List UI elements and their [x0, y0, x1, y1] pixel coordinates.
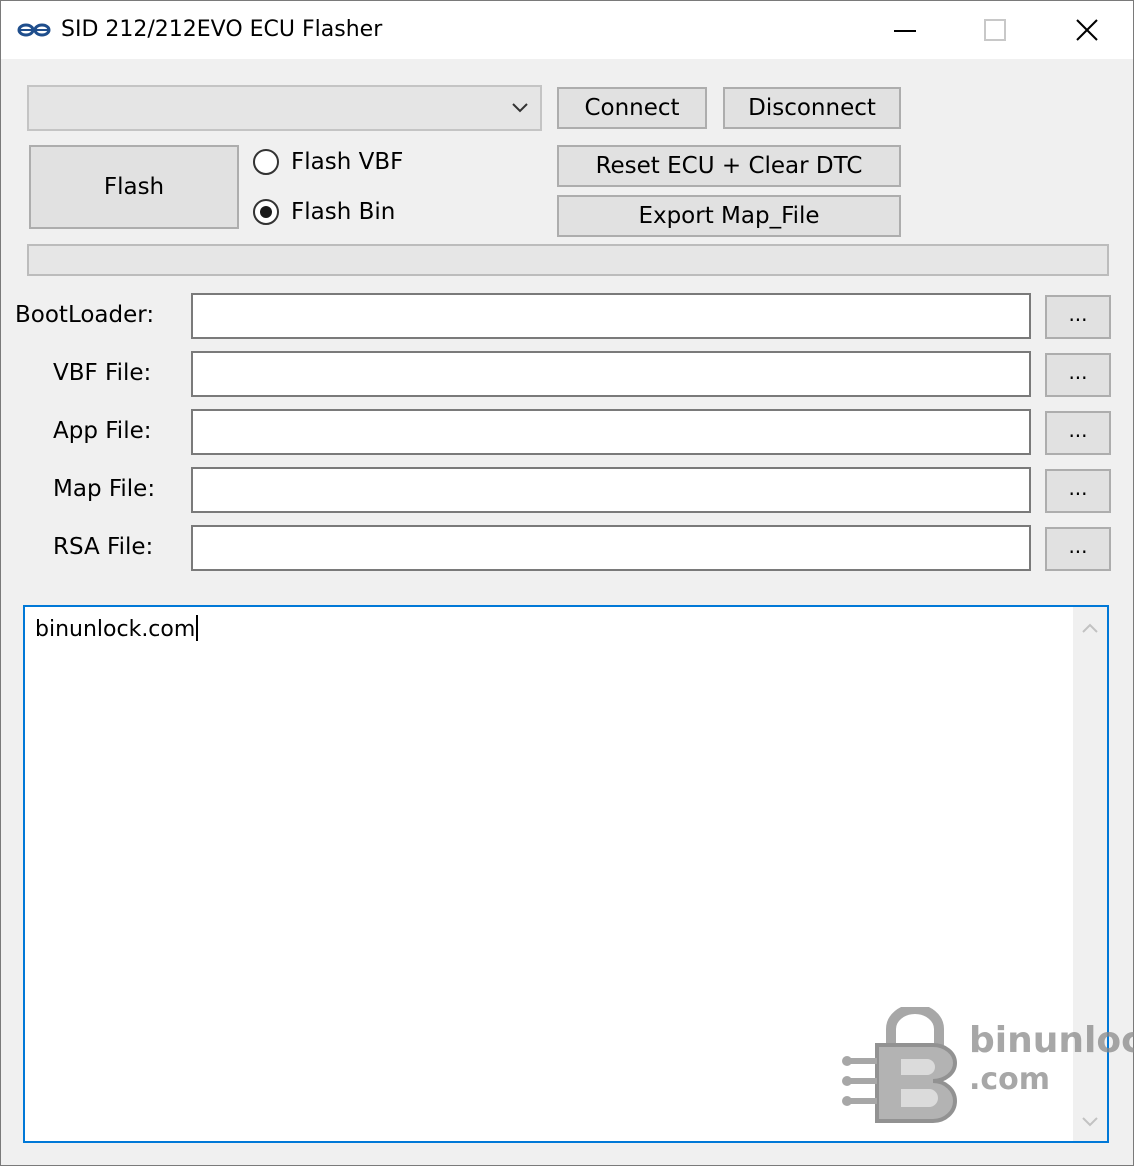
title-bar: SID 212/212EVO ECU Flasher [1, 1, 1133, 59]
flash-vbf-radio[interactable] [253, 149, 279, 175]
vbf-file-browse-button[interactable]: ... [1045, 353, 1111, 397]
reset-ecu-clear-dtc-button[interactable]: Reset ECU + Clear DTC [557, 145, 901, 187]
maximize-button[interactable] [951, 1, 1039, 59]
export-map-file-button[interactable]: Export Map_File [557, 195, 901, 237]
watermark-text: binunlock [969, 1020, 1134, 1061]
app-window: SID 212/212EVO ECU Flasher Connect Disco… [0, 0, 1134, 1166]
radio-selected-dot [260, 206, 272, 218]
app-file-field[interactable] [191, 409, 1031, 455]
text-caret [196, 615, 199, 641]
app-file-label: App File: [53, 418, 152, 444]
close-button[interactable] [1043, 1, 1131, 59]
flash-vbf-label: Flash VBF [291, 149, 404, 175]
app-logo-icon [17, 23, 51, 37]
rsa-file-label: RSA File: [53, 534, 154, 560]
map-file-label: Map File: [53, 476, 156, 502]
flash-bin-label: Flash Bin [291, 199, 396, 225]
log-text: binunlock.com [35, 617, 196, 642]
padlock-b-icon [842, 1004, 957, 1123]
watermark-domain: .com [969, 1062, 1051, 1097]
bootloader-field[interactable] [191, 293, 1031, 339]
bootloader-browse-button[interactable]: ... [1045, 295, 1111, 339]
maximize-icon [984, 19, 1006, 41]
minimize-icon [894, 30, 916, 32]
scroll-up-icon[interactable] [1081, 621, 1099, 635]
progress-bar [27, 244, 1109, 276]
minimize-button[interactable] [861, 1, 949, 59]
log-text-line: binunlock.com [35, 615, 199, 645]
chevron-down-icon [512, 103, 528, 113]
bootloader-label: BootLoader: [15, 302, 155, 328]
flash-bin-radio[interactable] [253, 199, 279, 225]
vbf-file-field[interactable] [191, 351, 1031, 397]
watermark-logo: binunlock .com [841, 1004, 1134, 1123]
connect-button[interactable]: Connect [557, 87, 707, 129]
app-file-browse-button[interactable]: ... [1045, 411, 1111, 455]
map-file-browse-button[interactable]: ... [1045, 469, 1111, 513]
close-icon [1076, 19, 1098, 41]
rsa-file-field[interactable] [191, 525, 1031, 571]
window-title: SID 212/212EVO ECU Flasher [61, 17, 383, 42]
disconnect-button[interactable]: Disconnect [723, 87, 901, 129]
flash-button[interactable]: Flash [29, 145, 239, 229]
vbf-file-label: VBF File: [53, 360, 152, 386]
map-file-field[interactable] [191, 467, 1031, 513]
rsa-file-browse-button[interactable]: ... [1045, 527, 1111, 571]
port-select[interactable] [27, 85, 542, 131]
